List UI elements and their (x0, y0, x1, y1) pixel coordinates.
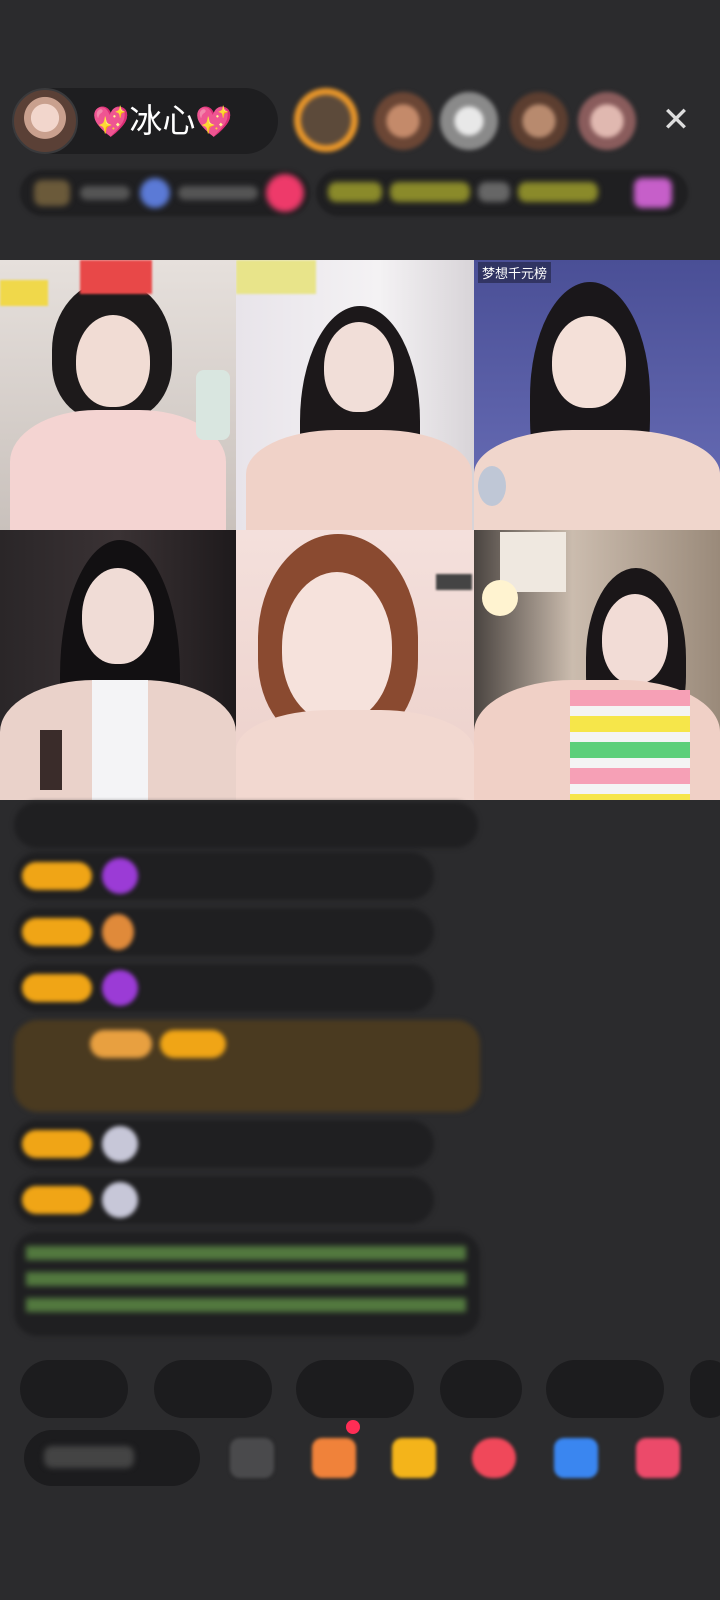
chat-input-placeholder (44, 1446, 134, 1468)
blurred-tag (390, 182, 470, 202)
quick-reply-chip[interactable] (690, 1360, 720, 1418)
system-notice-text (26, 1246, 466, 1322)
cell-rank-tag: 梦想千元榜 (478, 262, 552, 283)
video-cell-5[interactable] (236, 530, 474, 800)
viewer-avatar[interactable] (440, 92, 498, 150)
viewer-avatar[interactable] (510, 92, 568, 150)
quick-reply-chip[interactable] (440, 1360, 522, 1418)
user-avatar (102, 1182, 138, 1218)
blurred-text (178, 186, 258, 200)
gem-icon (102, 858, 138, 894)
rank-icon (34, 180, 70, 206)
gem-icon (102, 970, 138, 1006)
badge-icon (140, 178, 170, 208)
viewer-avatar[interactable] (374, 92, 432, 150)
emoji-icon[interactable] (230, 1438, 274, 1478)
quick-reply-chip[interactable] (546, 1360, 664, 1418)
close-icon[interactable]: ✕ (656, 100, 696, 140)
heart-icon: 💖 (92, 105, 130, 140)
follow-button[interactable] (266, 174, 304, 212)
video-cell-4[interactable] (0, 530, 236, 800)
host-name: 💖冰心💖 (92, 98, 233, 144)
level-badge (22, 918, 92, 946)
blurred-tag (518, 182, 598, 202)
level-badge (160, 1030, 226, 1058)
video-cell-2[interactable] (236, 260, 474, 530)
gift-icon[interactable] (636, 1438, 680, 1478)
video-cell-6[interactable] (474, 530, 720, 800)
quick-reply-chip[interactable] (154, 1360, 272, 1418)
host-name-text: 冰心 (129, 101, 196, 140)
chat-message-highlight (14, 1020, 480, 1112)
level-badge (22, 1186, 92, 1214)
blurred-tag (328, 182, 382, 202)
notification-dot (346, 1420, 360, 1434)
gift-box-icon[interactable] (312, 1438, 356, 1478)
blurred-tag (478, 182, 510, 202)
treasure-icon[interactable] (392, 1438, 436, 1478)
share-icon[interactable] (554, 1438, 598, 1478)
user-avatar (102, 1126, 138, 1162)
level-badge (90, 1030, 152, 1058)
host-avatar[interactable] (12, 88, 78, 154)
level-badge (22, 1130, 92, 1158)
chat-message (14, 802, 478, 848)
video-cell-1[interactable] (0, 260, 236, 530)
heart-icon: 💖 (195, 105, 233, 140)
video-cell-3[interactable]: 梦想千元榜 (474, 260, 720, 530)
level-badge (22, 862, 92, 890)
quick-reply-chip[interactable] (296, 1360, 414, 1418)
blurred-text (80, 186, 130, 200)
quick-reply-chip[interactable] (20, 1360, 128, 1418)
viewer-avatar[interactable] (294, 88, 358, 152)
gem-icon (102, 914, 134, 950)
level-badge (22, 974, 92, 1002)
viewer-avatar[interactable] (578, 92, 636, 150)
game-icon[interactable] (472, 1438, 516, 1478)
gift-icon[interactable] (634, 178, 672, 208)
